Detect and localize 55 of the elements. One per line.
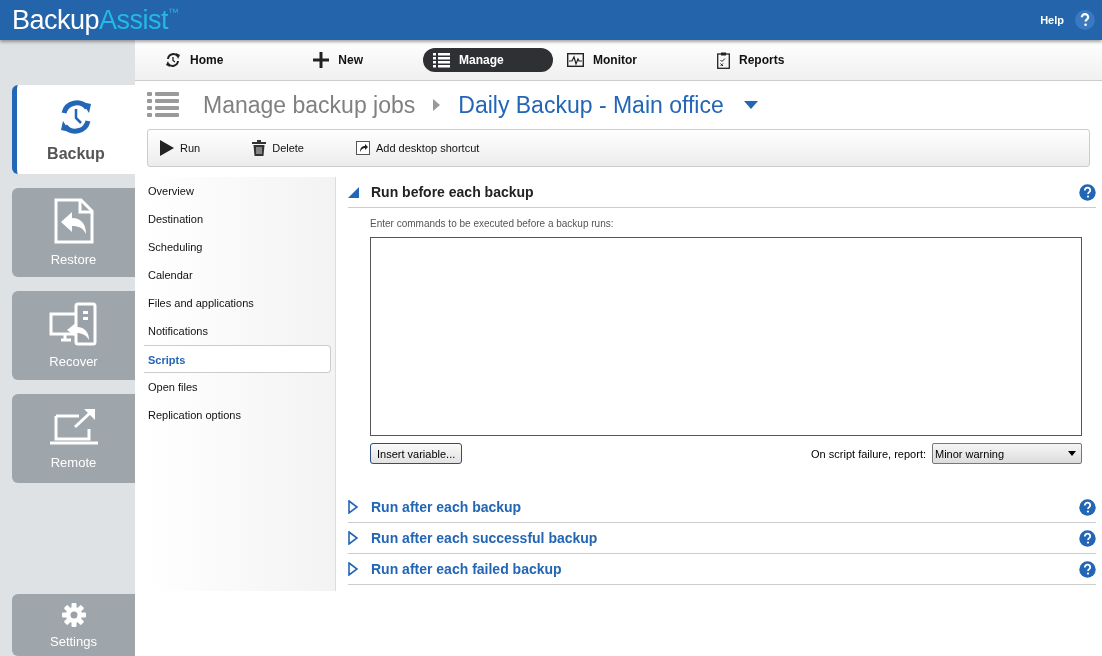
- sync-icon: [165, 52, 181, 68]
- nav-tab[interactable]: New: [303, 48, 374, 72]
- expand-triangle-icon[interactable]: [348, 562, 359, 576]
- settings-icon: [60, 601, 87, 628]
- monitor-icon: [567, 53, 585, 67]
- section-title[interactable]: Run after each successful backup: [371, 530, 1079, 546]
- shortcut-icon: [356, 141, 370, 155]
- report-label: On script failure, report:: [811, 447, 926, 460]
- side-menu-item[interactable]: Scripts: [144, 345, 331, 373]
- list-icon: [433, 52, 451, 68]
- plus-icon: [313, 52, 330, 68]
- breadcrumb-parent[interactable]: Manage backup jobs: [203, 91, 416, 119]
- dropdown-caret-icon[interactable]: [743, 101, 758, 109]
- help-icon[interactable]: [1079, 529, 1096, 547]
- help-icon[interactable]: [1074, 9, 1096, 31]
- toolbar-button[interactable]: Run: [160, 140, 201, 156]
- expand-triangle-icon[interactable]: [348, 531, 359, 545]
- section-title[interactable]: Run before each backup: [371, 184, 1079, 200]
- toolbar-button[interactable]: Add desktop shortcut: [356, 141, 480, 155]
- collapse-triangle-icon[interactable]: [348, 186, 359, 198]
- insert-variable-button[interactable]: Insert variable...: [370, 443, 463, 464]
- side-menu-item[interactable]: Calendar: [144, 261, 335, 289]
- app-logo: BackupAssist$^{™}$: [12, 6, 179, 34]
- help-icon[interactable]: [1079, 560, 1096, 578]
- nav-tab[interactable]: Home: [155, 48, 234, 72]
- toolbar-button[interactable]: Delete: [252, 140, 304, 156]
- side-menu-item[interactable]: Destination: [144, 205, 335, 233]
- computer-server-icon: [48, 302, 99, 346]
- nav-tab[interactable]: Reports: [707, 48, 795, 72]
- help-icon[interactable]: [1079, 498, 1096, 516]
- breadcrumb-current: Daily Backup - Main office: [458, 91, 724, 119]
- document-arrow-icon: [52, 198, 95, 244]
- expand-triangle-icon[interactable]: [348, 500, 359, 514]
- play-icon: [160, 140, 174, 156]
- help-link[interactable]: Help: [1040, 14, 1064, 26]
- side-menu-item[interactable]: Scheduling: [144, 233, 335, 261]
- list-icon: [147, 91, 179, 119]
- caret-icon: [1068, 451, 1076, 456]
- side-menu-item[interactable]: Replication options: [144, 401, 335, 429]
- report-dropdown[interactable]: Minor warning: [932, 443, 1082, 464]
- side-menu-item[interactable]: Overview: [144, 177, 335, 205]
- rail-tab[interactable]: Backup: [12, 85, 135, 174]
- clipboard-icon: [717, 51, 731, 69]
- instruction-text: Enter commands to be executed before a backup runs:: [370, 218, 615, 229]
- side-menu-item[interactable]: Notifications: [144, 317, 335, 345]
- help-icon[interactable]: [1079, 183, 1096, 201]
- section-title[interactable]: Run after each failed backup: [371, 561, 1079, 577]
- laptop-arrow-icon: [48, 407, 99, 447]
- side-menu-item[interactable]: Open files: [144, 373, 335, 401]
- trash-icon: [252, 140, 267, 156]
- side-menu-item[interactable]: Files and applications: [144, 289, 335, 317]
- section-title[interactable]: Run after each backup: [371, 499, 1079, 515]
- breadcrumb-separator-icon: [433, 99, 441, 111]
- nav-tab[interactable]: Manage: [423, 48, 554, 72]
- nav-tab[interactable]: Monitor: [557, 48, 648, 72]
